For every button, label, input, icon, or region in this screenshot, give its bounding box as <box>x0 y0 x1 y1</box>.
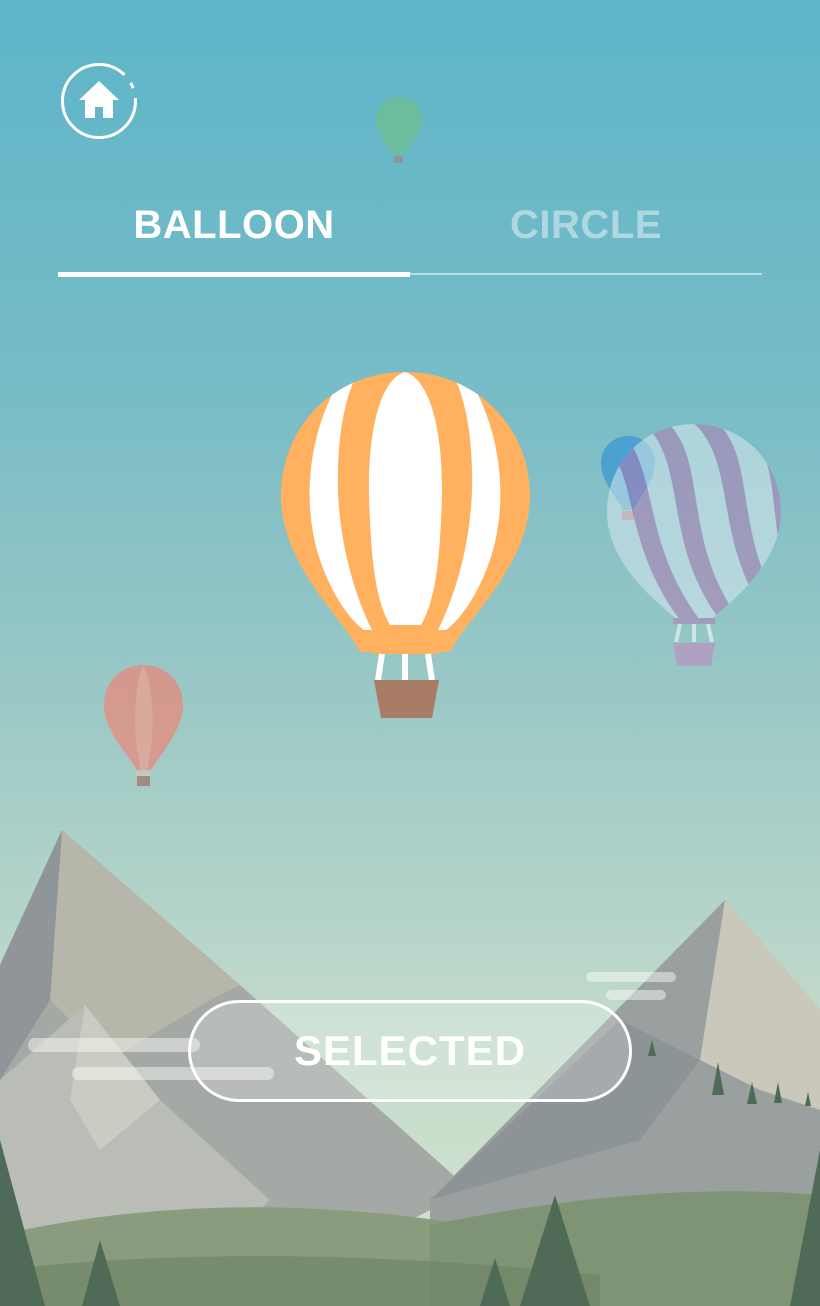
tab-circle-label: CIRCLE <box>510 202 662 247</box>
balloon-green-small <box>376 97 422 163</box>
selected-button-label: SELECTED <box>293 1027 527 1074</box>
home-button[interactable] <box>60 62 138 140</box>
tab-balloon[interactable]: BALLOON <box>58 180 410 270</box>
tab-balloon-label: BALLOON <box>133 202 335 247</box>
balloon-picker-screen: BALLOON CIRCLE SELECTED <box>0 0 820 1306</box>
balloon-striped-purple <box>607 424 781 666</box>
balloon-red <box>104 665 183 786</box>
home-icon <box>61 63 137 139</box>
active-tab-indicator <box>58 272 410 277</box>
tab-circle[interactable]: CIRCLE <box>410 180 762 270</box>
balloon-orange-selected <box>281 372 530 718</box>
selected-button[interactable]: SELECTED <box>188 1000 632 1102</box>
tab-bar: BALLOON CIRCLE <box>58 180 762 280</box>
